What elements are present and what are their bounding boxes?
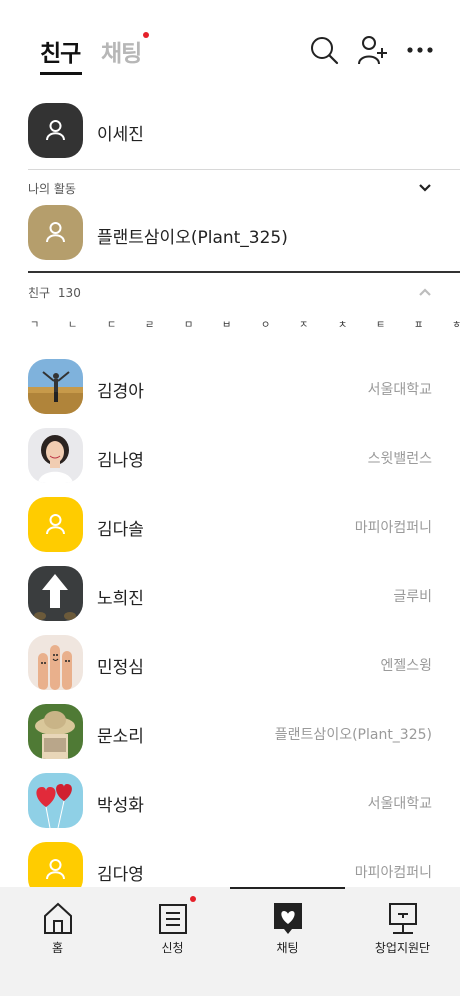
friend-affiliation: 서울대학교 (367, 382, 432, 398)
bottom-nav: 홈 신청 채팅 창업지원단 (0, 887, 460, 996)
photo-hat-image (28, 704, 83, 759)
friends-label: 친구 (28, 286, 51, 300)
avatar (28, 704, 83, 759)
nav-startup-support[interactable]: 창업지원단 (345, 887, 460, 987)
list-item[interactable]: 박성화 서울대학교 (0, 765, 460, 835)
avatar (28, 497, 83, 552)
friend-name: 민정심 (97, 658, 144, 678)
avatar (28, 635, 83, 690)
index-letter[interactable]: ㅇ (261, 316, 270, 331)
top-header: 친구 채팅 (0, 0, 460, 96)
avatar (28, 359, 83, 414)
my-name: 이세진 (97, 125, 144, 145)
index-letter[interactable]: ㄷ (107, 316, 116, 331)
photo-balloons-image (28, 773, 83, 828)
index-letter[interactable]: ㄱ (30, 316, 39, 331)
photo-fingers-image (28, 635, 83, 690)
friend-name: 노희진 (97, 589, 144, 609)
board-icon (389, 903, 417, 934)
activity-section-label: 나의 활동 (28, 182, 76, 196)
more-icon[interactable] (405, 34, 437, 66)
index-letter[interactable]: ㅎ (452, 316, 460, 331)
avatar (28, 428, 83, 483)
friend-name: 문소리 (97, 727, 144, 747)
friend-name: 박성화 (97, 796, 144, 816)
nav-apply[interactable]: 신청 (115, 887, 230, 987)
friend-affiliation: 플랜트삼이오(Plant_325) (274, 727, 432, 743)
active-tab-underline (40, 72, 82, 75)
avatar (28, 103, 83, 158)
friend-affiliation: 마피아컴퍼니 (354, 865, 432, 881)
person-icon (46, 120, 65, 141)
index-letter[interactable]: ㅌ (376, 316, 385, 331)
person-icon (46, 514, 65, 535)
divider (28, 169, 460, 170)
photo-woman-image (28, 428, 83, 483)
add-friend-icon[interactable] (357, 34, 389, 66)
friend-name: 김다솔 (97, 520, 144, 540)
list-item[interactable]: 노희진 글루비 (0, 558, 460, 628)
friend-name: 김다영 (97, 865, 144, 885)
avatar (28, 566, 83, 621)
index-bar: ㄱ ㄴ ㄷ ㄹ ㅁ ㅂ ㅇ ㅈ ㅊ ㅌ ㅍ ㅎ (30, 316, 460, 332)
apply-icon (159, 904, 187, 934)
avatar (28, 205, 83, 260)
list-item[interactable]: 김다솔 마피아컴퍼니 (0, 489, 460, 559)
search-icon[interactable] (308, 34, 340, 66)
chevron-up-icon[interactable] (418, 287, 432, 297)
nav-home-label: 홈 (51, 941, 64, 955)
activity-item-name: 플랜트삼이오(Plant_325) (97, 228, 288, 248)
nav-apply-label: 신청 (161, 941, 184, 955)
tab-chat[interactable]: 채팅 (101, 34, 142, 68)
index-letter[interactable]: ㅍ (414, 316, 423, 331)
person-icon (46, 222, 65, 243)
photo-arrow-image (28, 566, 83, 621)
my-profile-row[interactable]: 이세진 (0, 98, 460, 168)
index-letter[interactable]: ㅊ (338, 316, 347, 331)
friend-name: 김나영 (97, 451, 144, 471)
chevron-down-icon[interactable] (418, 183, 432, 193)
index-letter[interactable]: ㅂ (222, 316, 231, 331)
home-icon (44, 902, 72, 934)
nav-chat[interactable]: 채팅 (230, 887, 345, 987)
friend-affiliation: 글루비 (393, 589, 432, 605)
section-divider (28, 271, 460, 273)
list-item[interactable]: 민정심 엔젤스윙 (0, 627, 460, 697)
list-item[interactable]: 김경아 서울대학교 (0, 351, 460, 421)
friend-affiliation: 서울대학교 (367, 796, 432, 812)
tab-friends[interactable]: 친구 (40, 34, 81, 68)
index-letter[interactable]: ㄹ (145, 316, 154, 331)
apply-new-dot (190, 896, 196, 902)
nav-home[interactable]: 홈 (0, 887, 115, 987)
photo-field-image (28, 359, 83, 414)
friend-affiliation: 엔젤스윙 (380, 658, 432, 674)
activity-item-row[interactable]: 플랜트삼이오(Plant_325) (0, 200, 460, 270)
index-letter[interactable]: ㅈ (299, 316, 308, 331)
index-letter[interactable]: ㄴ (68, 316, 77, 331)
chat-tab-new-dot (143, 32, 149, 38)
list-item[interactable]: 김나영 스윗밸런스 (0, 420, 460, 490)
friends-section-label: 친구 130 (28, 284, 81, 301)
nav-chat-label: 채팅 (276, 941, 299, 955)
friend-name: 김경아 (97, 382, 144, 402)
friend-affiliation: 마피아컴퍼니 (354, 520, 432, 536)
nav-startup-support-label: 창업지원단 (374, 941, 431, 955)
friend-affiliation: 스윗밸런스 (367, 451, 432, 467)
chat-heart-icon (274, 903, 302, 934)
avatar (28, 773, 83, 828)
friends-count: 130 (57, 286, 81, 300)
index-letter[interactable]: ㅁ (184, 316, 193, 331)
list-item[interactable]: 문소리 플랜트삼이오(Plant_325) (0, 696, 460, 766)
